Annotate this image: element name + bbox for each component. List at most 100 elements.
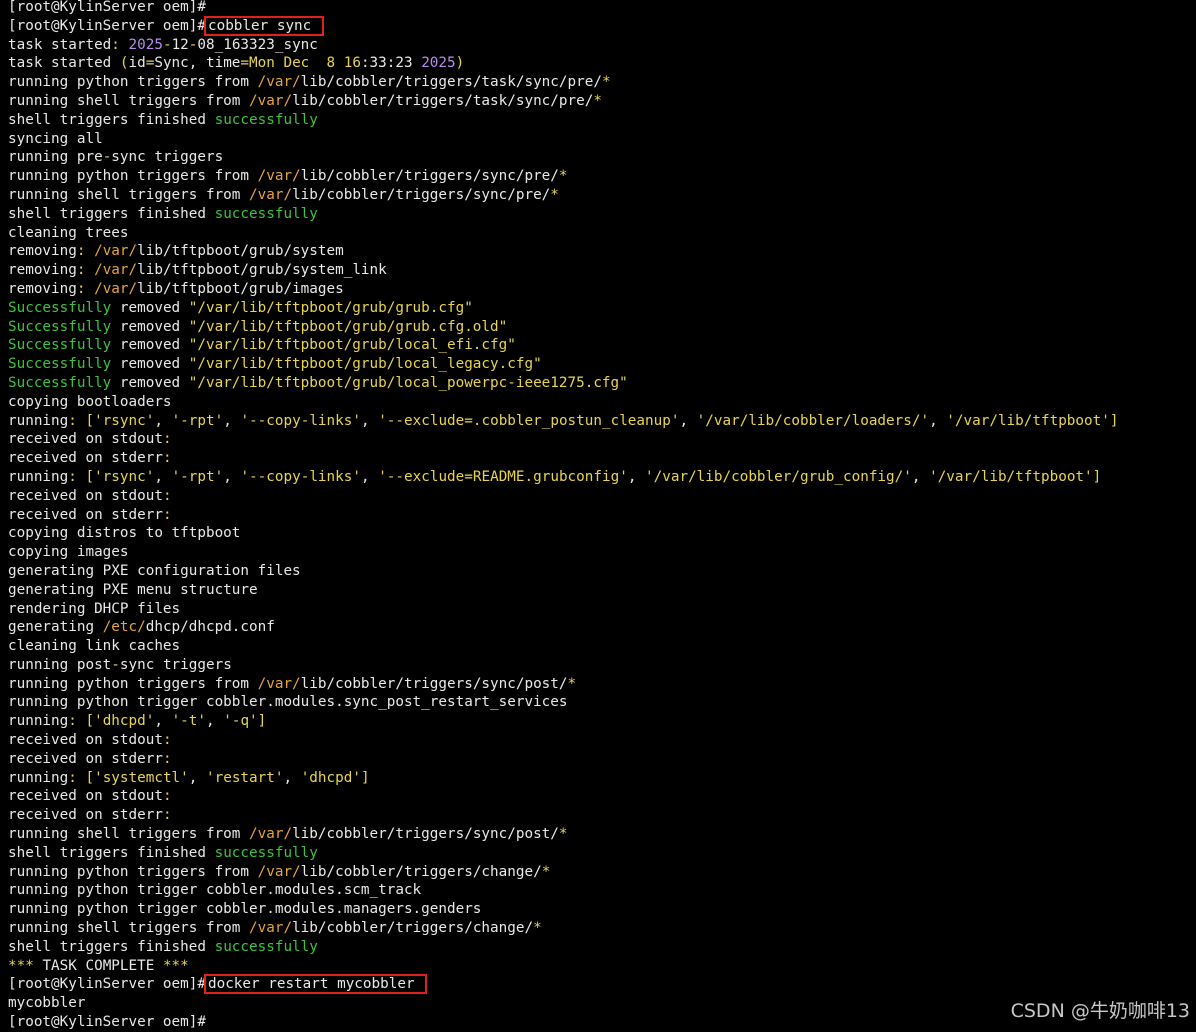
terminal-line: generating PXE configuration files: [8, 562, 1188, 581]
terminal-text: lib/tftpboot/grub/system_link: [137, 262, 387, 279]
terminal-text: ***: [162, 957, 189, 974]
terminal-text: [root@KylinServer oem]#: [8, 17, 206, 34]
terminal-text: received on stdout: [8, 431, 163, 448]
terminal-text: cleaning link caches: [8, 638, 181, 655]
terminal-text: running python triggers from: [8, 168, 258, 185]
terminal-text: Sync, time: [154, 55, 241, 72]
terminal-text: '--copy-links': [240, 412, 361, 429]
terminal-text: lib/cobbler/triggers/change/: [300, 863, 542, 880]
terminal-line: shell triggers finished successfully: [8, 205, 1188, 224]
terminal-text: sync triggers: [111, 149, 224, 166]
terminal-text: successfully: [214, 938, 318, 955]
terminal-text: [root@KylinServer oem]#: [8, 1014, 206, 1031]
terminal-text: : [: [68, 468, 95, 485]
terminal-text: lib/cobbler/triggers/sync/post/: [292, 826, 559, 843]
terminal-line: received on stderr:: [8, 506, 1188, 525]
terminal-text: *: [541, 863, 551, 880]
terminal-line: shell triggers finished successfully: [8, 111, 1188, 130]
terminal-text: Successfully: [8, 299, 112, 316]
terminal-line: running python triggers from /var/lib/co…: [8, 73, 1188, 92]
terminal-line: received on stdout:: [8, 487, 1188, 506]
terminal-text: removing: [8, 262, 77, 279]
terminal-text: ,: [154, 412, 172, 429]
terminal-text: ,: [360, 412, 379, 429]
terminal-text: successfully: [214, 205, 318, 222]
terminal-text: lib/cobbler/triggers/sync/pre/: [292, 186, 551, 203]
highlighted-command: docker restart mycobbler: [203, 974, 428, 995]
terminal-text: ,: [188, 769, 206, 786]
terminal-text: *: [567, 675, 577, 692]
terminal-text: shell triggers finished: [8, 205, 215, 222]
terminal-line: task started: 2025-12-08_163323_sync: [8, 36, 1188, 55]
terminal-line: Successfully removed "/var/lib/tftpboot/…: [8, 318, 1188, 337]
terminal-text: [root@KylinServer oem]#: [8, 0, 215, 15]
highlighted-command: cobbler sync: [203, 15, 324, 36]
terminal-text: *: [601, 74, 611, 91]
terminal-text: generating: [8, 619, 103, 636]
terminal-text: ,: [283, 769, 301, 786]
terminal-text: received on stderr: [8, 750, 163, 767]
terminal-text: running shell triggers from: [8, 92, 250, 109]
terminal-text: cleaning trees: [8, 224, 129, 241]
terminal-text: :: [162, 732, 172, 749]
terminal-text: '--copy-links': [240, 468, 361, 485]
terminal-text: /var/: [257, 863, 301, 880]
terminal-text: Successfully: [8, 318, 112, 335]
terminal-text: :33:23: [360, 55, 422, 72]
terminal-line: cleaning trees: [8, 224, 1188, 243]
terminal-text: copying images: [8, 544, 129, 561]
terminal-text: removed: [111, 356, 189, 373]
terminal-text: lib/cobbler/triggers/task/sync/pre/: [292, 92, 594, 109]
terminal-line: running: ['dhcpd', '-t', '-q']: [8, 712, 1188, 731]
terminal-line: Successfully removed "/var/lib/tftpboot/…: [8, 299, 1188, 318]
terminal-text: 'rsync': [94, 412, 155, 429]
terminal-line: running python triggers from /var/lib/co…: [8, 167, 1188, 186]
terminal-text: : [: [68, 412, 95, 429]
terminal-text: /var/: [249, 920, 293, 937]
terminal-text: :: [162, 487, 172, 504]
terminal-text: ]: [1092, 468, 1102, 485]
terminal-text: running: [8, 468, 69, 485]
terminal-line: copying images: [8, 543, 1188, 562]
terminal-text: '-q': [223, 713, 258, 730]
terminal-output[interactable]: [root@KylinServer oem]# [root@KylinServe…: [8, 0, 1188, 1032]
terminal-text: 'systemctl': [94, 769, 189, 786]
terminal-text: running pre: [8, 149, 103, 166]
terminal-text: '-t': [171, 713, 207, 730]
terminal-text: lib/cobbler/triggers/sync/pre/: [300, 168, 559, 185]
terminal-text: copying distros to tftpboot: [8, 525, 241, 542]
terminal-text: /var/: [94, 243, 138, 260]
terminal-text: received on stderr: [8, 450, 163, 467]
terminal-text: :: [76, 262, 95, 279]
terminal-text: running: [8, 769, 69, 786]
terminal-line: Successfully removed "/var/lib/tftpboot/…: [8, 355, 1188, 374]
terminal-text: rendering DHCP files: [8, 600, 181, 617]
terminal-text: task started: [8, 55, 120, 72]
terminal-text: Mon Dec 8 16: [249, 55, 361, 72]
terminal-text: '-rpt': [171, 468, 224, 485]
terminal-text: ,: [911, 468, 930, 485]
terminal-line: rendering DHCP files: [8, 600, 1188, 619]
terminal-text: :: [76, 243, 95, 260]
terminal-text: : [: [68, 713, 95, 730]
terminal-text: "/var/lib/tftpboot/grub/grub.cfg.old": [188, 318, 508, 335]
terminal-text: running: [8, 412, 69, 429]
terminal-line: removing: /var/lib/tftpboot/grub/system: [8, 242, 1188, 261]
terminal-text: -: [162, 36, 172, 53]
terminal-text: "/var/lib/tftpboot/grub/local_efi.cfg": [188, 337, 516, 354]
terminal-text: mycobbler: [8, 995, 86, 1012]
terminal-line: running shell triggers from /var/lib/cob…: [8, 919, 1188, 938]
terminal-text: ,: [360, 468, 379, 485]
terminal-text: ,: [627, 468, 646, 485]
terminal-text: : [: [68, 769, 95, 786]
terminal-text: 2025: [421, 55, 456, 72]
terminal-text: /etc/: [102, 619, 146, 636]
terminal-line: [root@KylinServer oem]# docker restart my…: [8, 974, 1188, 995]
terminal-text: :: [162, 450, 172, 467]
terminal-text: "/var/lib/tftpboot/grub/local_legacy.cfg…: [188, 356, 542, 373]
terminal-text: "/var/lib/tftpboot/grub/local_powerpc-ie…: [188, 374, 628, 391]
terminal-text: '--exclude=README.grubconfig': [378, 468, 628, 485]
terminal-text: '/var/lib/tftpboot': [946, 412, 1110, 429]
terminal-text: received on stdout: [8, 487, 163, 504]
terminal-text: successfully: [214, 111, 318, 128]
